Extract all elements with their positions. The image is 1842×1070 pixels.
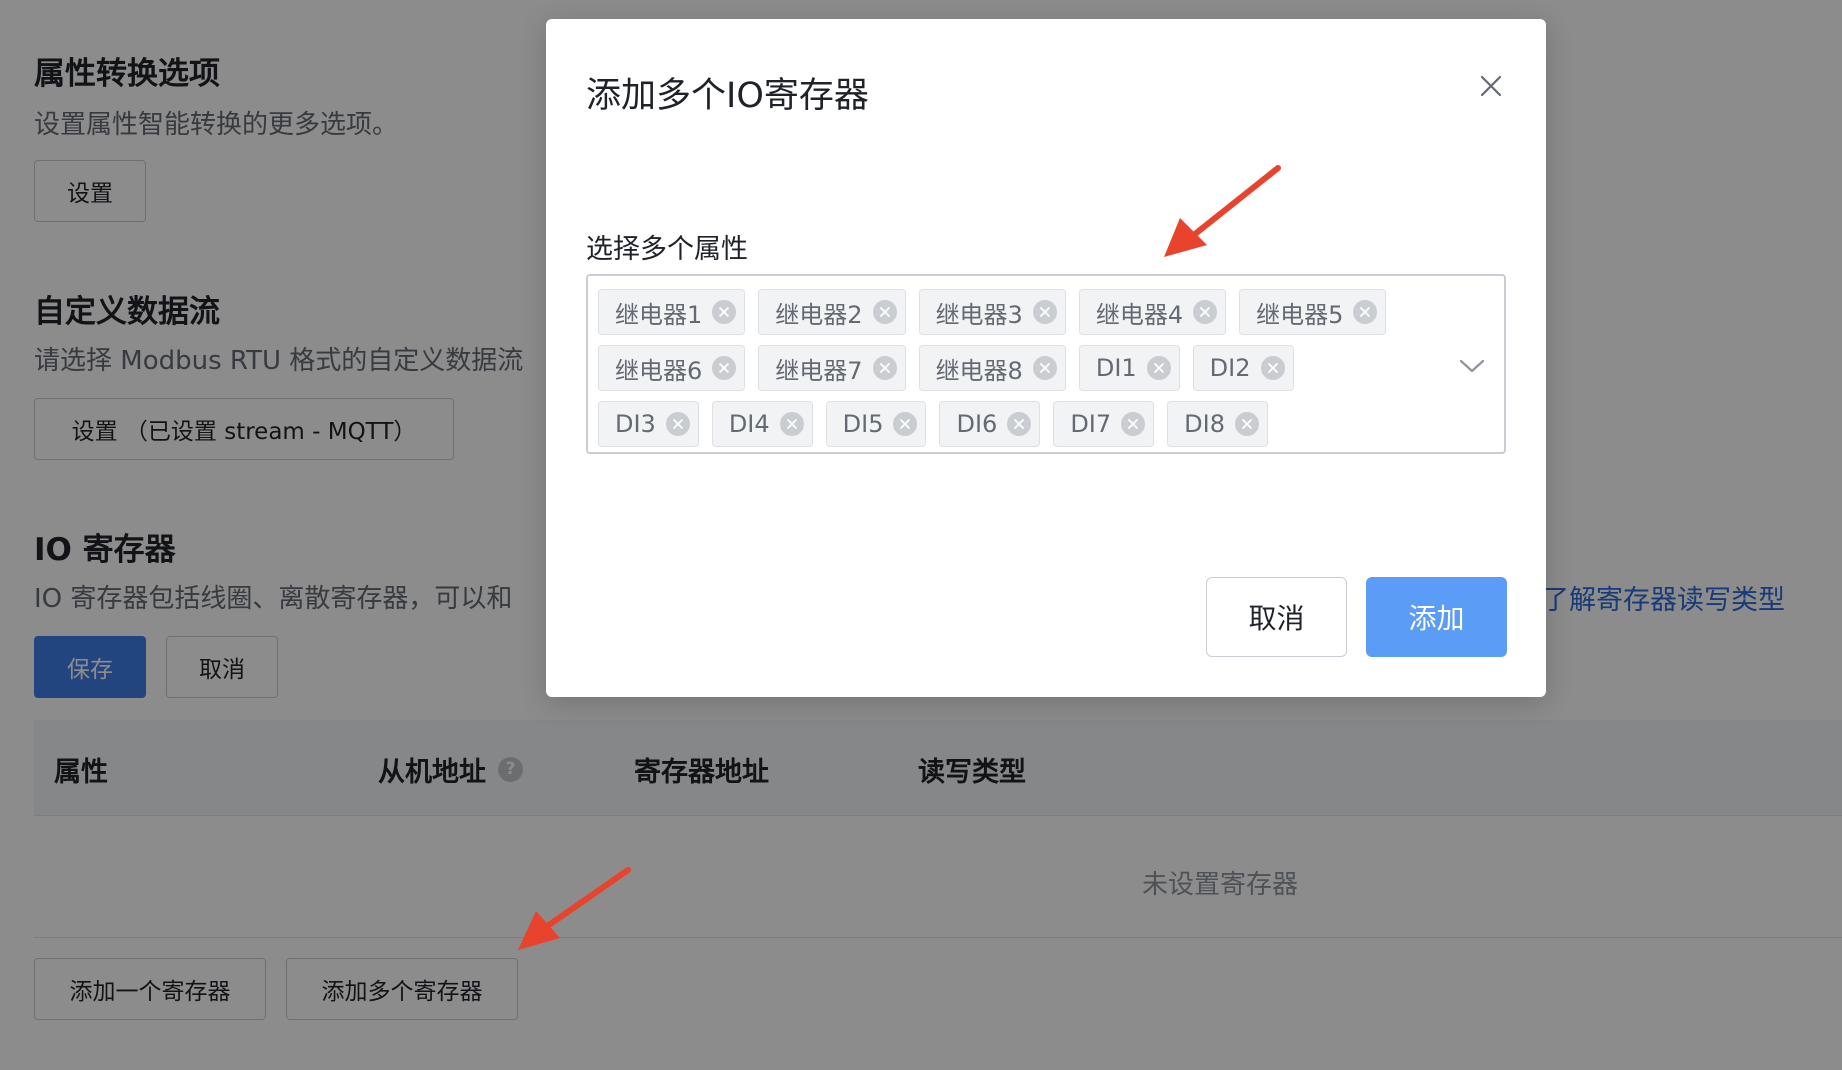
tag-label: 继电器6 [615, 356, 703, 385]
tag-label: 继电器5 [1256, 300, 1344, 329]
selected-tag: DI7 [1053, 401, 1155, 447]
add-io-registers-dialog: 添加多个IO寄存器 选择多个属性 继电器1 继电器2 继电器3 继电器4 继电器5 继电器… [546, 19, 1546, 697]
select-attributes-label: 选择多个属性 [586, 234, 748, 265]
tag-remove-icon[interactable] [872, 300, 897, 324]
selected-tag: DI6 [939, 401, 1041, 447]
selected-tag: 继电器5 [1239, 289, 1387, 335]
tag-label: DI6 [956, 410, 998, 438]
selected-tag: DI4 [711, 401, 813, 447]
tag-remove-icon[interactable] [1193, 300, 1218, 324]
dialog-add-button[interactable]: 添加 [1366, 577, 1507, 657]
tag-remove-icon[interactable] [1032, 356, 1057, 380]
tag-remove-icon[interactable] [712, 300, 737, 324]
tag-remove-icon[interactable] [779, 412, 804, 436]
dialog-title: 添加多个IO寄存器 [586, 76, 869, 116]
selected-tag: 继电器2 [758, 289, 906, 335]
attributes-multi-select[interactable]: 继电器1 继电器2 继电器3 继电器4 继电器5 继电器6 继电器7 继电器8 DI1 DI2 DI… [586, 274, 1506, 454]
tag-label: 继电器4 [1095, 300, 1184, 329]
tag-remove-icon[interactable] [1007, 412, 1032, 436]
tag-remove-icon[interactable] [872, 356, 897, 380]
tag-label: 继电器7 [775, 356, 863, 385]
tag-remove-icon[interactable] [1032, 300, 1057, 324]
tag-label: DI5 [842, 410, 884, 438]
tag-remove-icon[interactable] [1234, 412, 1259, 436]
tag-remove-icon[interactable] [1121, 412, 1146, 436]
tag-label: 继电器2 [775, 300, 863, 329]
tag-row: 继电器6 继电器7 继电器8 DI1 DI2 [598, 340, 1458, 396]
tag-label: DI7 [1070, 410, 1112, 438]
close-icon [1480, 75, 1502, 97]
tag-label: DI2 [1209, 354, 1251, 382]
tag-remove-icon[interactable] [1146, 356, 1171, 380]
tag-label: 继电器1 [615, 300, 703, 329]
close-button[interactable] [1471, 66, 1511, 106]
dialog-cancel-button[interactable]: 取消 [1206, 577, 1347, 657]
tag-remove-icon[interactable] [893, 412, 918, 436]
tag-remove-icon[interactable] [665, 412, 690, 436]
selected-tag: DI5 [825, 401, 927, 447]
tag-label: DI3 [615, 410, 656, 438]
tag-label: 继电器8 [935, 356, 1023, 385]
selected-tag: DI2 [1192, 345, 1294, 391]
selected-tag: DI8 [1167, 401, 1268, 447]
tag-remove-icon[interactable] [1353, 300, 1378, 324]
tag-label: DI8 [1184, 410, 1225, 438]
tag-label: 继电器3 [935, 300, 1023, 329]
selected-tag: 继电器1 [598, 289, 746, 335]
tag-remove-icon[interactable] [712, 356, 737, 380]
selected-tags: 继电器1 继电器2 继电器3 继电器4 继电器5 继电器6 继电器7 继电器8 DI1 DI2 DI… [598, 284, 1458, 452]
chevron-down-icon[interactable] [1458, 356, 1486, 376]
selected-tag: 继电器7 [758, 345, 906, 391]
tag-label: DI4 [728, 410, 770, 438]
selected-tag: 继电器3 [918, 289, 1066, 335]
tag-label: DI1 [1095, 354, 1137, 382]
selected-tag: 继电器8 [918, 345, 1066, 391]
selected-tag: DI3 [598, 401, 699, 447]
tag-remove-icon[interactable] [1260, 356, 1285, 380]
tag-row: DI3 DI4 DI5 DI6 DI7 DI8 [598, 396, 1458, 452]
selected-tag: 继电器6 [598, 345, 746, 391]
selected-tag: 继电器4 [1078, 289, 1227, 335]
tag-row: 继电器1 继电器2 继电器3 继电器4 继电器5 [598, 284, 1458, 340]
selected-tag: DI1 [1078, 345, 1180, 391]
